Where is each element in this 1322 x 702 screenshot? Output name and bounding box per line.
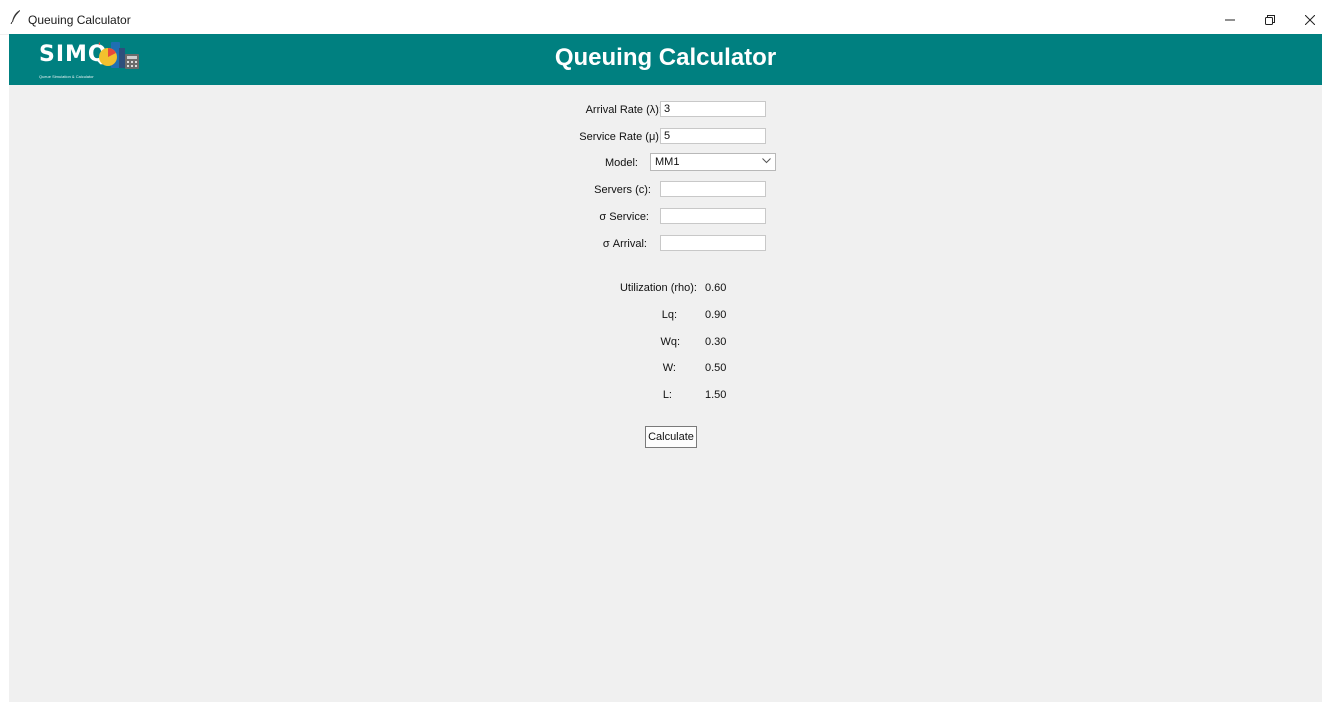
lq-label: Lq: (661, 309, 677, 321)
window-title: Queuing Calculator (28, 13, 131, 27)
page-title: Queuing Calculator (554, 44, 777, 71)
utilization-label: Utilization (rho): (619, 282, 697, 294)
sigma-service-label: σ Service: (599, 211, 649, 223)
restore-icon (1265, 15, 1275, 25)
app-window: Queuing Calculator SIMQ ' Queue Simulati… (0, 0, 1322, 702)
logo-tagline: Queue Simulation & Calculator (39, 74, 94, 79)
wq-label: Wq: (660, 336, 680, 348)
main-content: Arrival Rate (λ): Service Rate (μ): Mode… (9, 85, 1322, 702)
service-rate-label: Service Rate (μ): (579, 131, 662, 143)
model-select[interactable]: MM1 (650, 153, 776, 171)
servers-input[interactable] (660, 181, 766, 197)
utilization-value: 0.60 (705, 282, 727, 294)
model-selected-value: MM1 (655, 156, 680, 168)
sigma-arrival-label: σ Arrival: (602, 238, 647, 250)
l-value: 1.50 (705, 389, 727, 401)
calculate-button[interactable]: Calculate (645, 426, 697, 448)
servers-label: Servers (c): (594, 184, 651, 196)
sigma-arrival-input[interactable] (660, 235, 766, 251)
feather-icon (10, 10, 20, 24)
arrival-rate-label: Arrival Rate (λ): (585, 104, 662, 116)
w-value: 0.50 (705, 362, 727, 374)
close-button[interactable] (1290, 8, 1322, 32)
close-icon (1305, 15, 1315, 25)
chevron-down-icon (762, 158, 771, 164)
l-label: L: (662, 389, 672, 401)
wq-value: 0.30 (705, 336, 727, 348)
minimize-button[interactable] (1210, 8, 1250, 32)
sigma-service-input[interactable] (660, 208, 766, 224)
service-rate-input[interactable] (660, 128, 766, 144)
header-banner: SIMQ ' Queue Simulation & Calculator Que… (9, 34, 1322, 85)
w-label: W: (662, 362, 676, 374)
lq-value: 0.90 (705, 309, 727, 321)
model-label: Model: (604, 157, 638, 169)
restore-button[interactable] (1250, 8, 1290, 32)
arrival-rate-input[interactable] (660, 101, 766, 117)
minimize-icon (1225, 19, 1235, 21)
title-bar: Queuing Calculator (0, 0, 1322, 35)
